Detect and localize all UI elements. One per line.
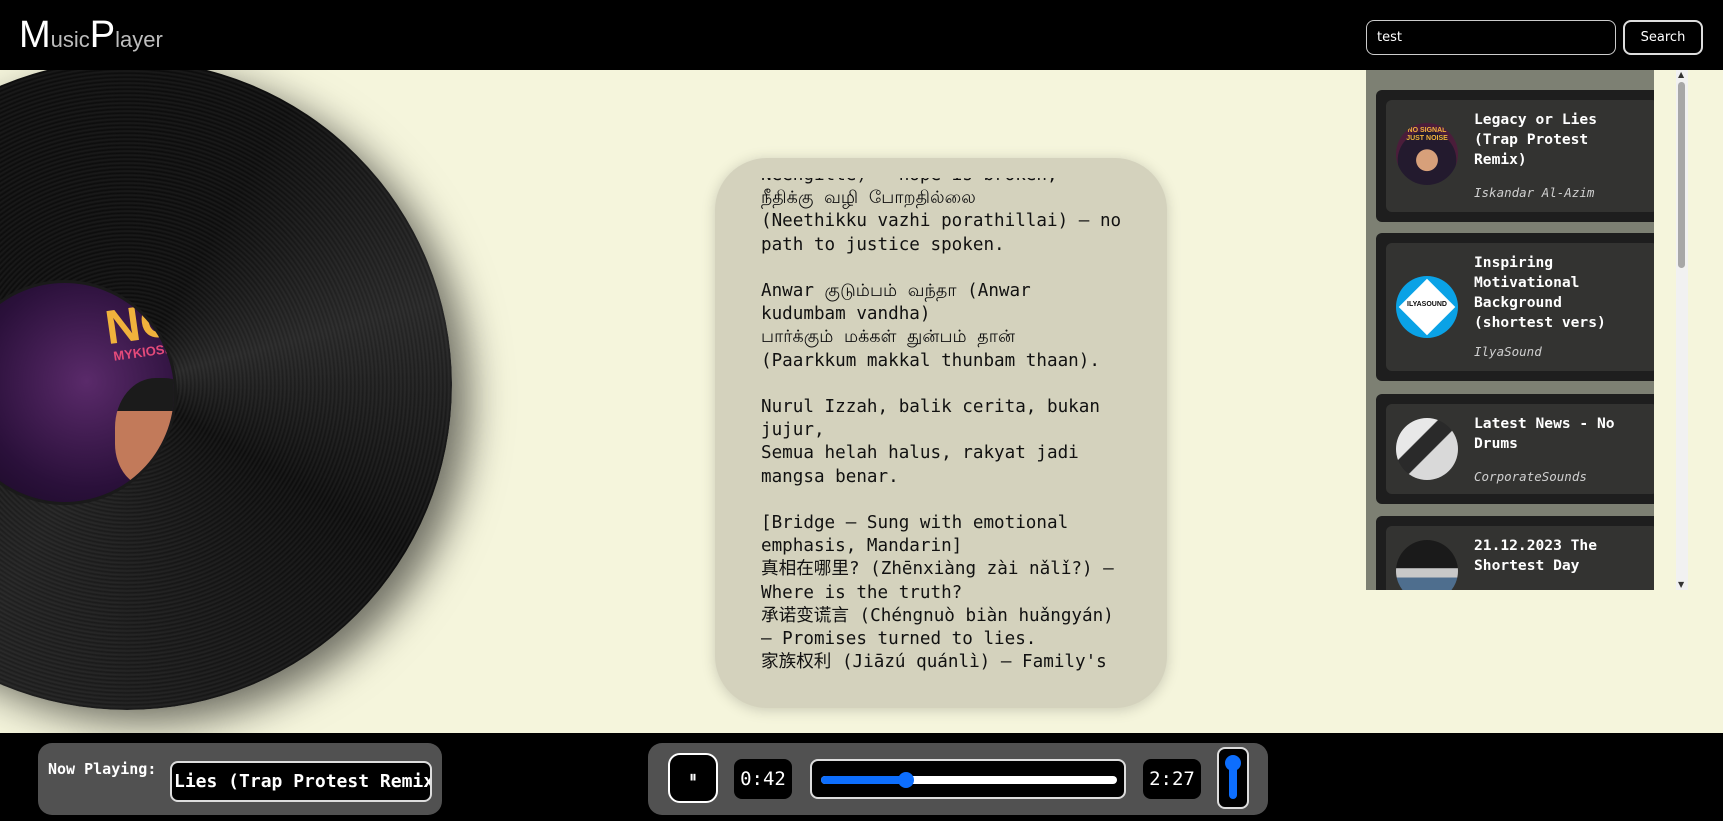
album-art-label: NOISE MYKIOSK MADAN [0,280,177,505]
top-bar: MusicPlayer Search [0,0,1723,70]
now-playing-title-box: Lies (Trap Protest Remix) [170,761,432,802]
list-item[interactable]: 21.12.2023 The Shortest Day [1376,516,1654,590]
search-results-list[interactable]: NO SIGNAL JUST NOISE Legacy or Lies (Tra… [1366,70,1654,590]
list-item-card[interactable]: NO SIGNAL JUST NOISE Legacy or Lies (Tra… [1386,100,1654,212]
seek-thumb[interactable] [897,772,914,788]
lyrics-panel[interactable]: Neengitte) — hope is broken, நீதிக்கு வழ… [715,158,1167,708]
logo-text-layer: layer [115,27,163,52]
track-title: Legacy or Lies (Trap Protest Remix) [1474,111,1598,168]
now-playing-panel: Now Playing: Lies (Trap Protest Remix) [38,743,442,815]
thumbnail-text: NO SIGNAL JUST NOISE [1406,127,1448,142]
lyrics-text: Neengitte) — hope is broken, நீதிக்கு வழ… [761,178,1122,673]
pause-button[interactable]: ⏸ [668,753,718,803]
playlist-scrollbar[interactable]: ▲ ▼ [1676,70,1688,590]
logo-letter-m: M [19,14,51,56]
track-thumbnail: ILYASOUND [1396,276,1458,338]
seek-progress-fill [821,776,906,784]
track-thumbnail [1396,540,1458,590]
volume-slider[interactable] [1217,747,1249,809]
app-logo: MusicPlayer [19,14,163,57]
search-button[interactable]: Search [1623,20,1703,55]
list-item[interactable]: Latest News - No Drums CorporateSounds [1376,394,1654,504]
scroll-down-arrow-icon[interactable]: ▼ [1678,580,1684,590]
track-thumbnail: NO SIGNAL JUST NOISE [1396,123,1458,185]
lyrics-scroll-area[interactable]: Neengitte) — hope is broken, நீதிக்கு வழ… [761,178,1141,683]
volume-thumb[interactable] [1225,755,1241,771]
current-time: 0:42 [734,759,792,799]
playback-controls: ⏸ 0:42 2:27 [648,743,1268,815]
scroll-up-arrow-icon[interactable]: ▲ [1678,70,1684,80]
thumbnail-text: ILYASOUND [1407,301,1447,308]
album-art-portrait [115,378,174,488]
logo-text-usic: usic [50,27,90,52]
scrollbar-thumb[interactable] [1678,82,1685,268]
now-playing-title: Lies (Trap Protest Remix) [174,771,432,792]
search-input[interactable] [1366,20,1616,55]
track-artist: Iskandar Al-Azim [1474,185,1595,200]
total-time: 2:27 [1143,759,1201,799]
seek-slider[interactable] [810,759,1126,799]
track-title: Latest News - No Drums [1474,415,1615,452]
track-title: 21.12.2023 The Shortest Day [1474,537,1598,574]
list-item-card[interactable]: 21.12.2023 The Shortest Day [1386,526,1654,590]
list-item-card[interactable]: ILYASOUND Inspiring Motivational Backgro… [1386,243,1654,371]
now-playing-label: Now Playing: [48,760,157,778]
seek-track[interactable] [821,776,1117,784]
track-thumbnail [1396,418,1458,480]
list-item[interactable]: ILYASOUND Inspiring Motivational Backgro… [1376,233,1654,381]
vinyl-record: NOISE MYKIOSK MADAN [0,70,452,710]
track-artist: IlyaSound [1474,344,1542,359]
player-bar: Now Playing: Lies (Trap Protest Remix) ⏸… [0,733,1723,821]
track-artist: CorporateSounds [1474,469,1587,484]
list-item[interactable]: NO SIGNAL JUST NOISE Legacy or Lies (Tra… [1376,90,1654,222]
list-item-card[interactable]: Latest News - No Drums CorporateSounds [1386,404,1654,494]
track-title: Inspiring Motivational Background (short… [1474,254,1606,331]
logo-letter-p: P [89,14,116,56]
